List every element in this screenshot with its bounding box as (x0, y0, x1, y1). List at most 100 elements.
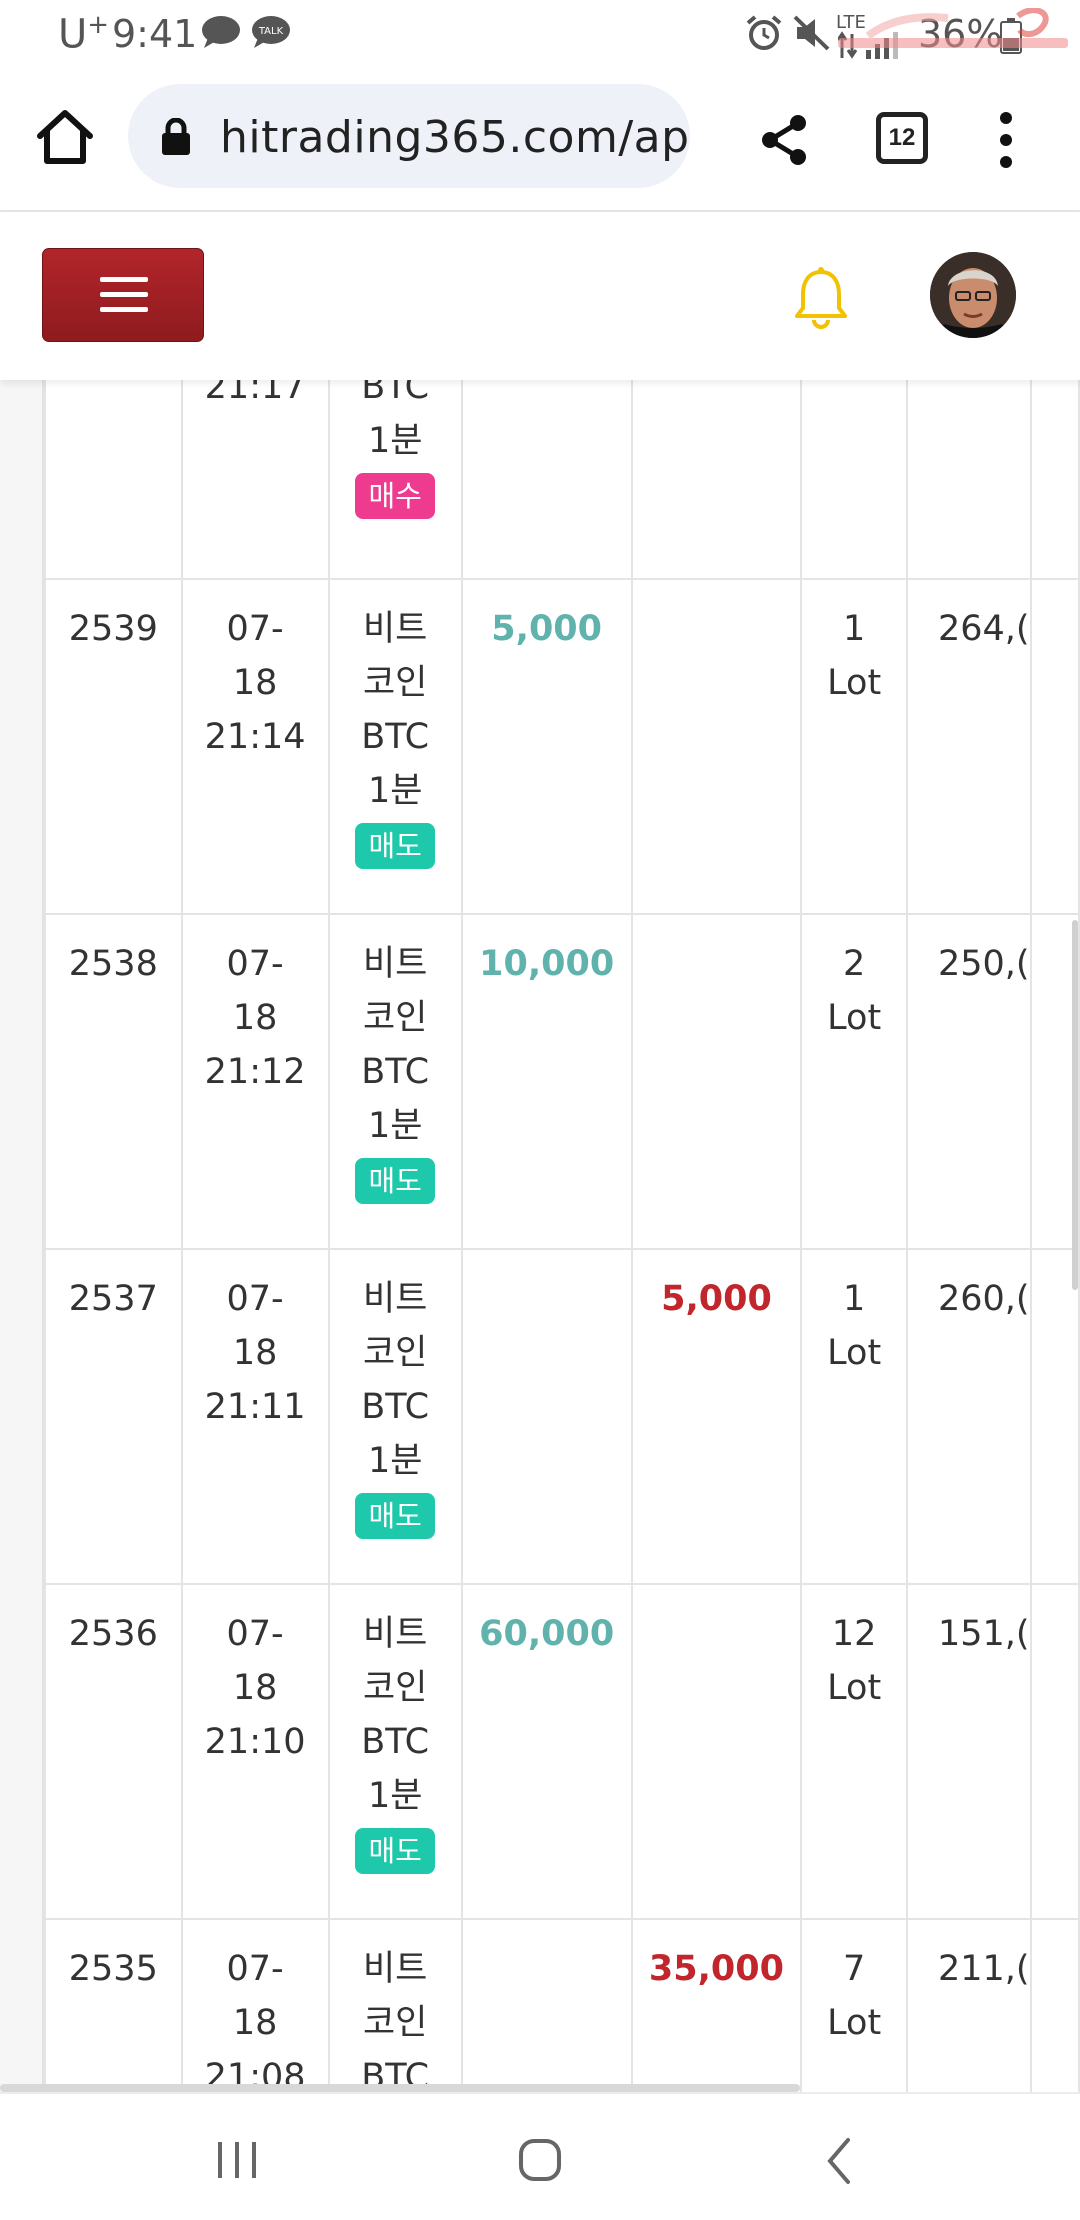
trade-id: 2539 (68, 609, 158, 649)
more-menu-icon[interactable] (988, 110, 1024, 170)
share-icon[interactable] (756, 112, 812, 168)
qty-value: 7 (843, 1949, 866, 1989)
asset-interval: 1분 (367, 1441, 423, 1481)
trade-history-table-viewport[interactable]: 21:17 BTC 1분 매수 2539 07- 18 21:14 비트 코인 BTC 1분 매도 5,0… (0, 380, 1080, 2092)
asset-name-line1: 비트 (362, 609, 428, 649)
site-header (0, 212, 1080, 380)
asset-interval: 1분 (367, 1106, 423, 1146)
sell-badge: 매도 (355, 1158, 436, 1204)
qty-value: 12 (831, 1614, 877, 1654)
loss-amount: 5,000 (661, 1279, 772, 1319)
trade-profit-cell: 10,000 (460, 913, 633, 1250)
hamburger-line (100, 307, 148, 312)
asset-name-line2: 코인 (362, 1333, 428, 1373)
balance-amount: 250,( (937, 944, 1030, 984)
trade-id-cell (44, 380, 183, 580)
trade-id-cell: 2538 (44, 913, 183, 1250)
back-chevron-icon[interactable] (824, 2136, 854, 2186)
trade-qty-cell (800, 380, 908, 580)
qty-value: 1 (843, 609, 866, 649)
sell-badge: 매도 (355, 1493, 436, 1539)
url-text: hitrading365.com/app (220, 112, 690, 163)
qty-value: 1 (843, 1279, 866, 1319)
trade-qty-cell: 1 Lot (800, 578, 908, 915)
recent-apps-icon[interactable] (214, 2140, 260, 2180)
trade-time: 21:10 (204, 1722, 306, 1762)
asset-code: BTC (361, 1722, 430, 1762)
trade-date-day: 18 (232, 663, 278, 703)
balance-amount: 211,( (937, 1949, 1030, 1989)
home-icon[interactable] (32, 104, 98, 170)
trade-id-cell: 2535 (44, 1918, 183, 2092)
trade-id: 2535 (68, 1949, 158, 1989)
qty-unit: Lot (827, 663, 882, 703)
qty-unit: Lot (827, 1333, 882, 1373)
sell-badge: 매도 (355, 823, 436, 869)
user-avatar[interactable] (930, 252, 1016, 338)
trade-row: 2537 07- 18 21:11 비트 코인 BTC 1분 매도 5,000 1 Lot 260,( (44, 1248, 1080, 1585)
balance-amount: 151,( (937, 1614, 1030, 1654)
balance-amount: 260,( (937, 1279, 1030, 1319)
trade-asset-cell: BTC 1분 매수 (327, 380, 463, 580)
trade-row: 21:17 BTC 1분 매수 (44, 380, 1080, 580)
trade-datetime-cell: 07- 18 21:12 (180, 913, 330, 1250)
trade-extra-cell (1029, 1248, 1080, 1585)
table-left-gutter (0, 380, 44, 2092)
trade-loss-cell: 35,000 (630, 1918, 803, 2092)
address-bar[interactable]: hitrading365.com/app (128, 84, 690, 188)
trade-date: 07- (226, 1279, 284, 1319)
trade-time: 21:11 (204, 1387, 306, 1427)
vertical-scrollbar[interactable] (1072, 920, 1078, 1290)
qty-unit: Lot (827, 998, 882, 1038)
status-clock: 9:41 (112, 12, 198, 56)
kakaotalk-icon: TALK (252, 16, 290, 48)
trade-loss-cell (630, 913, 803, 1250)
hamburger-menu-button[interactable] (42, 248, 204, 342)
chat-bubble-icon (202, 16, 240, 48)
trade-extra-cell (1029, 380, 1080, 580)
trade-time: 21:12 (204, 1052, 306, 1092)
trade-history-table: 21:17 BTC 1분 매수 2539 07- 18 21:14 비트 코인 BTC 1분 매도 5,0… (44, 380, 1080, 2092)
asset-code: BTC (361, 1387, 430, 1427)
trade-id: 2536 (68, 1614, 158, 1654)
watermark-logo (838, 7, 1068, 64)
trade-balance-cell: 211,( (905, 1918, 1032, 2092)
trade-id-cell: 2536 (44, 1583, 183, 1920)
asset-code: BTC (361, 717, 430, 757)
profit-amount: 10,000 (479, 944, 615, 984)
trade-qty-cell: 2 Lot (800, 913, 908, 1250)
qty-unit: Lot (827, 1668, 882, 1708)
trade-date-day: 18 (232, 2003, 278, 2043)
home-circle-icon[interactable] (518, 2138, 562, 2182)
trade-id-cell: 2537 (44, 1248, 183, 1585)
trade-date: 07- (226, 944, 284, 984)
trade-asset-cell: 비트 코인 BTC (327, 1918, 463, 2092)
trade-row: 2535 07- 18 21:08 비트 코인 BTC 35,000 7 Lot 211,( (44, 1918, 1080, 2092)
trade-datetime-cell: 21:17 (180, 380, 330, 580)
trade-date-day: 18 (232, 998, 278, 1038)
asset-interval: 1분 (367, 421, 423, 461)
bell-icon[interactable] (792, 266, 850, 330)
trade-extra-cell (1029, 1583, 1080, 1920)
asset-name-line1: 비트 (362, 1949, 428, 1989)
trade-datetime-cell: 07- 18 21:10 (180, 1583, 330, 1920)
asset-name-line1: 비트 (362, 1614, 428, 1654)
system-nav-bar (0, 2092, 1080, 2220)
trade-date-day: 18 (232, 1668, 278, 1708)
horizontal-scrollbar[interactable] (0, 2084, 800, 2092)
asset-name-line2: 코인 (362, 2003, 428, 2043)
asset-name-line2: 코인 (362, 1668, 428, 1708)
trade-profit-cell (460, 1918, 633, 2092)
trade-date: 07- (226, 609, 284, 649)
trade-balance-cell (905, 380, 1032, 580)
tab-switcher-button[interactable]: 12 (876, 112, 928, 164)
trade-balance-cell: 264,( (905, 578, 1032, 915)
trade-profit-cell (460, 380, 633, 580)
lock-icon (162, 118, 190, 155)
trade-balance-cell: 151,( (905, 1583, 1032, 1920)
sell-badge: 매도 (355, 1828, 436, 1874)
trade-profit-cell: 60,000 (460, 1583, 633, 1920)
buy-badge: 매수 (355, 473, 436, 519)
trade-row: 2539 07- 18 21:14 비트 코인 BTC 1분 매도 5,000 1 Lot 264,( (44, 578, 1080, 915)
asset-interval: 1분 (367, 1776, 423, 1816)
